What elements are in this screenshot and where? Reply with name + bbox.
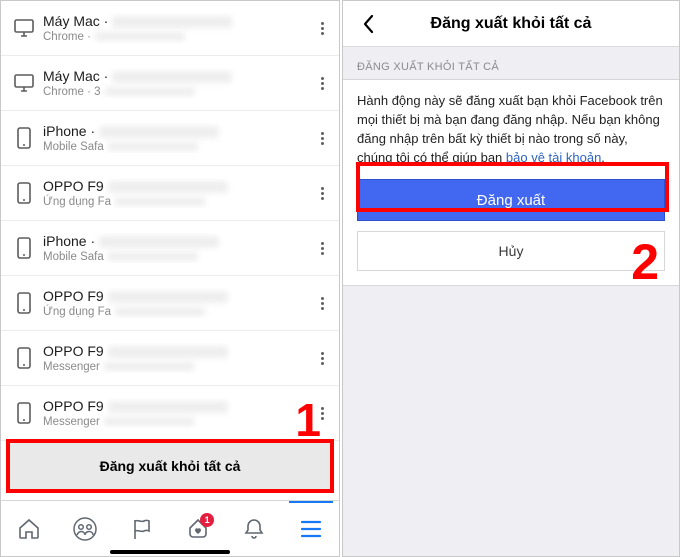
cancel-button[interactable]: Hủy [357, 231, 665, 271]
device-more-button[interactable] [311, 72, 333, 94]
home-icon [17, 517, 41, 541]
groups-icon [72, 516, 98, 542]
device-text: OPPO F9 Messenger [37, 343, 311, 373]
device-subtitle: Ứng dụng Fa [43, 306, 305, 318]
device-title: OPPO F9 [43, 398, 305, 414]
device-text: OPPO F9 Ứng dụng Fa [37, 178, 311, 208]
logout-button-label: Đăng xuất [477, 192, 545, 209]
desktop-icon [11, 18, 37, 38]
cancel-button-label: Hủy [499, 243, 524, 259]
header-title: Đăng xuất khỏi tất cả [343, 15, 679, 33]
header: Đăng xuất khỏi tất cả [343, 1, 679, 47]
device-subtitle: Messenger [43, 416, 305, 428]
device-row[interactable]: OPPO F9 Messenger [1, 331, 339, 386]
confirm-text-tail: . [601, 150, 605, 165]
device-subtitle: Chrome · 3 [43, 86, 305, 98]
flag-icon [131, 517, 153, 541]
device-row[interactable]: iPhone · Mobile Safa [1, 221, 339, 276]
device-subtitle: Mobile Safa [43, 141, 305, 153]
section-label: ĐĂNG XUẤT KHỎI TẤT CẢ [343, 47, 679, 79]
confirm-card: Hành động này sẽ đăng xuất bạn khỏi Face… [343, 79, 679, 286]
device-title: iPhone · [43, 233, 305, 249]
tab-menu[interactable] [291, 509, 331, 549]
device-row[interactable]: iPhone · Mobile Safa [1, 111, 339, 166]
phone-icon [11, 126, 37, 150]
tab-notifications[interactable] [234, 509, 274, 549]
device-subtitle: Chrome · [43, 31, 305, 43]
device-title: Máy Mac · [43, 68, 305, 84]
device-row[interactable]: Máy Mac · Chrome · 3 [1, 56, 339, 111]
device-more-button[interactable] [311, 127, 333, 149]
phone-icon [11, 291, 37, 315]
device-list: Máy Mac · Chrome · Máy Mac · Chrome · 3 iPho… [1, 1, 339, 442]
device-text: OPPO F9 Messenger [37, 398, 311, 428]
bottom-tab-bar: 1 [1, 500, 339, 556]
device-title: OPPO F9 [43, 343, 305, 359]
bell-icon [243, 517, 265, 541]
device-subtitle: Ứng dụng Fa [43, 196, 305, 208]
active-tab-indicator [289, 501, 333, 503]
phone-icon [11, 401, 37, 425]
confirm-message: Hành động này sẽ đăng xuất bạn khỏi Face… [357, 92, 665, 167]
tab-groups[interactable] [65, 509, 105, 549]
back-button[interactable] [349, 1, 389, 46]
chevron-left-icon [362, 14, 376, 34]
protect-account-link[interactable]: bảo vệ tài khoản [506, 150, 601, 165]
device-subtitle: Messenger [43, 361, 305, 373]
menu-icon [299, 519, 323, 539]
annotation-callout-2: 2 [631, 233, 659, 291]
device-row[interactable]: OPPO F9 Ứng dụng Fa [1, 166, 339, 221]
annotation-callout-1: 1 [295, 393, 321, 447]
device-row[interactable]: OPPO F9 Messenger [1, 386, 339, 441]
phone-icon [11, 346, 37, 370]
device-title: OPPO F9 [43, 178, 305, 194]
tab-dating[interactable]: 1 [178, 509, 218, 549]
logout-all-button[interactable]: Đăng xuất khỏi tất cả [9, 442, 331, 490]
device-title: iPhone · [43, 123, 305, 139]
device-subtitle: Mobile Safa [43, 251, 305, 263]
device-text: Máy Mac · Chrome · 3 [37, 68, 311, 98]
device-text: iPhone · Mobile Safa [37, 233, 311, 263]
device-more-button[interactable] [311, 347, 333, 369]
home-indicator [110, 550, 230, 554]
device-text: iPhone · Mobile Safa [37, 123, 311, 153]
tab-pages[interactable] [122, 509, 162, 549]
device-more-button[interactable] [311, 292, 333, 314]
desktop-icon [11, 73, 37, 93]
phone-icon [11, 236, 37, 260]
device-text: Máy Mac · Chrome · [37, 13, 311, 43]
device-more-button[interactable] [311, 17, 333, 39]
logout-button[interactable]: Đăng xuất [357, 179, 665, 221]
device-text: OPPO F9 Ứng dụng Fa [37, 288, 311, 318]
dating-badge: 1 [200, 513, 214, 527]
logout-all-label: Đăng xuất khỏi tất cả [100, 458, 241, 474]
device-title: Máy Mac · [43, 13, 305, 29]
device-title: OPPO F9 [43, 288, 305, 304]
device-more-button[interactable] [311, 237, 333, 259]
phone-icon [11, 181, 37, 205]
device-more-button[interactable] [311, 182, 333, 204]
device-row[interactable]: OPPO F9 Ứng dụng Fa [1, 276, 339, 331]
device-sessions-pane: Máy Mac · Chrome · Máy Mac · Chrome · 3 iPho… [0, 0, 340, 557]
device-row[interactable]: Máy Mac · Chrome · [1, 1, 339, 56]
tab-home[interactable] [9, 509, 49, 549]
logout-confirm-pane: Đăng xuất khỏi tất cả ĐĂNG XUẤT KHỎI TẤT… [342, 0, 680, 557]
